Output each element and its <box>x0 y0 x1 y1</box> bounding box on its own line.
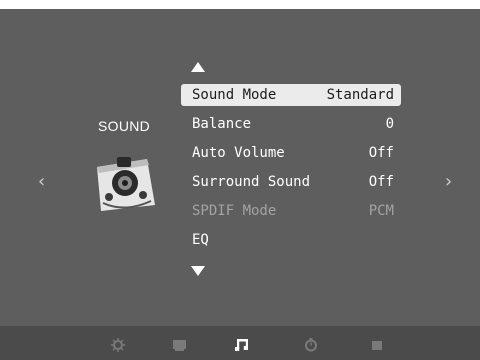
chevron-right-icon[interactable]: › <box>445 173 452 191</box>
clock-icon[interactable] <box>303 338 319 352</box>
menu-item-value: 0 <box>385 116 394 132</box>
menu-item-label: Balance <box>192 116 252 132</box>
speaker-icon <box>97 157 155 211</box>
picture-settings-icon[interactable] <box>110 338 126 352</box>
menu-item-spdif-mode: SPDIF Mode PCM <box>181 200 401 229</box>
screen-icon[interactable] <box>172 338 188 352</box>
chevron-left-icon[interactable]: ‹ <box>38 173 45 191</box>
menu-item-eq[interactable]: EQ <box>181 229 401 258</box>
lock-icon[interactable] <box>369 338 385 352</box>
music-note-icon[interactable] <box>234 338 250 352</box>
menu-item-sound-mode[interactable]: Sound Mode Standard <box>181 84 401 113</box>
sound-menu: Sound Mode Standard Balance 0 Auto Volum… <box>181 84 401 258</box>
sound-menu-screen: SOUND ‹ › Sound Mode Standard Balance 0 … <box>0 0 480 360</box>
menu-item-label: Auto Volume <box>192 145 285 161</box>
menu-item-value: PCM <box>368 203 394 219</box>
menu-item-label: Surround Sound <box>192 174 311 190</box>
menu-item-balance[interactable]: Balance 0 <box>181 113 401 142</box>
menu-item-value: Off <box>368 145 394 161</box>
section-title: SOUND <box>98 118 151 134</box>
menu-item-label: EQ <box>192 232 209 248</box>
menu-item-auto-volume[interactable]: Auto Volume Off <box>181 142 401 171</box>
triangle-down-icon[interactable] <box>191 266 205 276</box>
menu-item-surround-sound[interactable]: Surround Sound Off <box>181 171 401 200</box>
menu-item-label: Sound Mode <box>192 87 277 103</box>
triangle-up-icon[interactable] <box>191 62 205 72</box>
top-border <box>0 0 480 9</box>
menu-item-value: Standard <box>326 87 394 103</box>
menu-item-label: SPDIF Mode <box>192 203 277 219</box>
menu-item-value: Off <box>368 174 394 190</box>
